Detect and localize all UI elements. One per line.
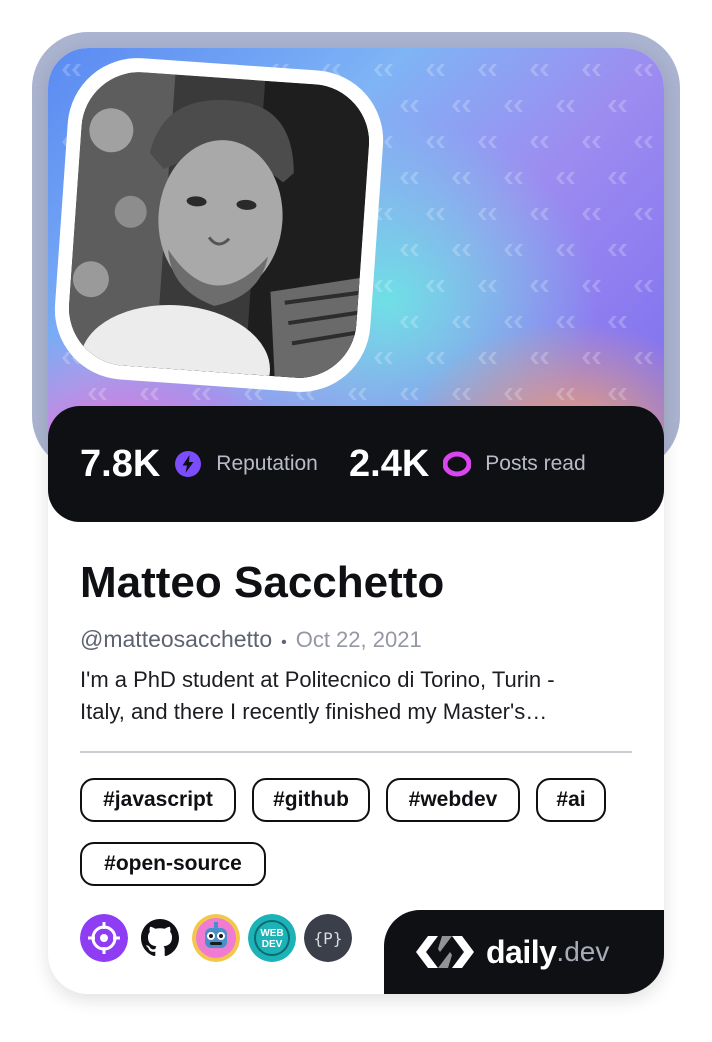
pattern-mark xyxy=(608,244,627,256)
p-braces-source-icon[interactable]: {P} xyxy=(304,914,352,962)
pattern-mark xyxy=(426,208,445,220)
pattern-mark xyxy=(478,208,497,220)
pattern-mark xyxy=(556,316,575,328)
pattern-mark xyxy=(400,316,419,328)
reputation-label: Reputation xyxy=(216,452,318,475)
tag-ai[interactable]: #ai xyxy=(536,778,606,822)
pattern-mark xyxy=(634,352,653,364)
tag-webdev[interactable]: #webdev xyxy=(386,778,520,822)
posts-read-stat[interactable]: 2.4K Posts read xyxy=(349,406,586,522)
pattern-mark xyxy=(192,388,211,400)
github-icon[interactable] xyxy=(136,914,184,962)
pattern-mark xyxy=(634,280,653,292)
pattern-mark xyxy=(400,244,419,256)
tag-javascript[interactable]: #javascript xyxy=(80,778,236,822)
pattern-mark xyxy=(582,352,601,364)
pattern-mark xyxy=(530,136,549,148)
pattern-mark xyxy=(452,172,471,184)
pattern-mark xyxy=(582,64,601,76)
profile-name: Matteo Sacchetto xyxy=(80,558,445,607)
pattern-mark xyxy=(530,280,549,292)
pattern-mark xyxy=(452,388,471,400)
divider xyxy=(80,751,632,753)
pattern-mark xyxy=(62,64,81,76)
posts-read-value: 2.4K xyxy=(349,442,430,485)
profile-handle[interactable]: @matteosacchetto xyxy=(80,626,272,653)
pattern-mark xyxy=(504,172,523,184)
bio-line: Italy, and there I recently finished my … xyxy=(80,699,548,724)
p-source-text: {P} xyxy=(314,929,343,948)
pattern-mark xyxy=(582,280,601,292)
pattern-mark xyxy=(582,136,601,148)
stats-bar: 7.8K Reputation 2.4K Posts read xyxy=(48,406,664,522)
avatar-photo xyxy=(65,68,373,382)
webdev-source-icon[interactable]: WEB DEV xyxy=(248,914,296,962)
pattern-mark xyxy=(556,100,575,112)
pattern-mark xyxy=(400,100,419,112)
join-date: Oct 22, 2021 xyxy=(295,627,422,652)
meta-separator: • xyxy=(281,634,287,651)
pattern-mark xyxy=(374,280,393,292)
avatar-frame xyxy=(50,53,388,397)
posts-read-label: Posts read xyxy=(485,452,586,475)
pattern-mark xyxy=(374,352,393,364)
pattern-mark xyxy=(400,388,419,400)
pattern-mark xyxy=(452,100,471,112)
daily-dev-brand[interactable]: daily .dev xyxy=(414,930,609,974)
pattern-mark xyxy=(608,100,627,112)
pattern-mark xyxy=(556,388,575,400)
profile-bio: I'm a PhD student at Politecnico di Tori… xyxy=(80,664,620,728)
pattern-mark xyxy=(140,388,159,400)
pattern-mark xyxy=(478,64,497,76)
pattern-mark xyxy=(426,352,445,364)
reputation-value: 7.8K xyxy=(80,442,161,485)
pattern-mark xyxy=(608,172,627,184)
pattern-mark xyxy=(452,244,471,256)
pattern-mark xyxy=(634,64,653,76)
pattern-mark xyxy=(504,388,523,400)
pattern-mark xyxy=(530,64,549,76)
webdev-text: DEV xyxy=(262,939,283,950)
pattern-mark xyxy=(400,172,419,184)
pattern-mark xyxy=(426,280,445,292)
avatar[interactable] xyxy=(65,68,373,382)
brand-tab: daily .dev xyxy=(384,910,664,994)
robot-source-icon[interactable] xyxy=(192,914,240,962)
pattern-mark xyxy=(426,136,445,148)
pattern-mark xyxy=(452,316,471,328)
profile-card: 7.8K Reputation 2.4K Posts read Matteo S… xyxy=(48,48,664,994)
pattern-mark xyxy=(608,316,627,328)
profile-meta: @matteosacchetto • Oct 22, 2021 xyxy=(80,626,422,653)
tag-open-source[interactable]: #open-source xyxy=(80,842,266,886)
pattern-mark xyxy=(348,388,367,400)
pattern-mark xyxy=(530,208,549,220)
pattern-mark xyxy=(244,388,263,400)
brand-daily-text: daily xyxy=(486,933,557,970)
reputation-stat[interactable]: 7.8K Reputation xyxy=(80,406,318,522)
pattern-mark xyxy=(88,388,107,400)
bio-line: I'm a PhD student at Politecnico di Tori… xyxy=(80,667,555,692)
pattern-mark xyxy=(530,352,549,364)
crosshair-source-icon[interactable] xyxy=(80,914,128,962)
pattern-mark xyxy=(478,136,497,148)
pattern-mark xyxy=(556,244,575,256)
eye-ring-icon xyxy=(443,451,472,477)
pattern-mark xyxy=(504,244,523,256)
pattern-mark xyxy=(478,280,497,292)
pattern-mark xyxy=(634,136,653,148)
pattern-mark xyxy=(634,208,653,220)
pattern-mark xyxy=(478,352,497,364)
lightning-icon xyxy=(175,451,202,477)
webdev-text: WEB xyxy=(260,928,283,939)
pattern-mark xyxy=(504,316,523,328)
pattern-mark xyxy=(582,208,601,220)
pattern-mark xyxy=(374,64,393,76)
pattern-mark xyxy=(426,64,445,76)
pattern-mark xyxy=(608,388,627,400)
daily-dev-logo-icon xyxy=(416,936,474,968)
pattern-mark xyxy=(556,172,575,184)
pattern-mark xyxy=(504,100,523,112)
tag-github[interactable]: #github xyxy=(252,778,370,822)
brand-dev-text: .dev xyxy=(556,936,610,967)
